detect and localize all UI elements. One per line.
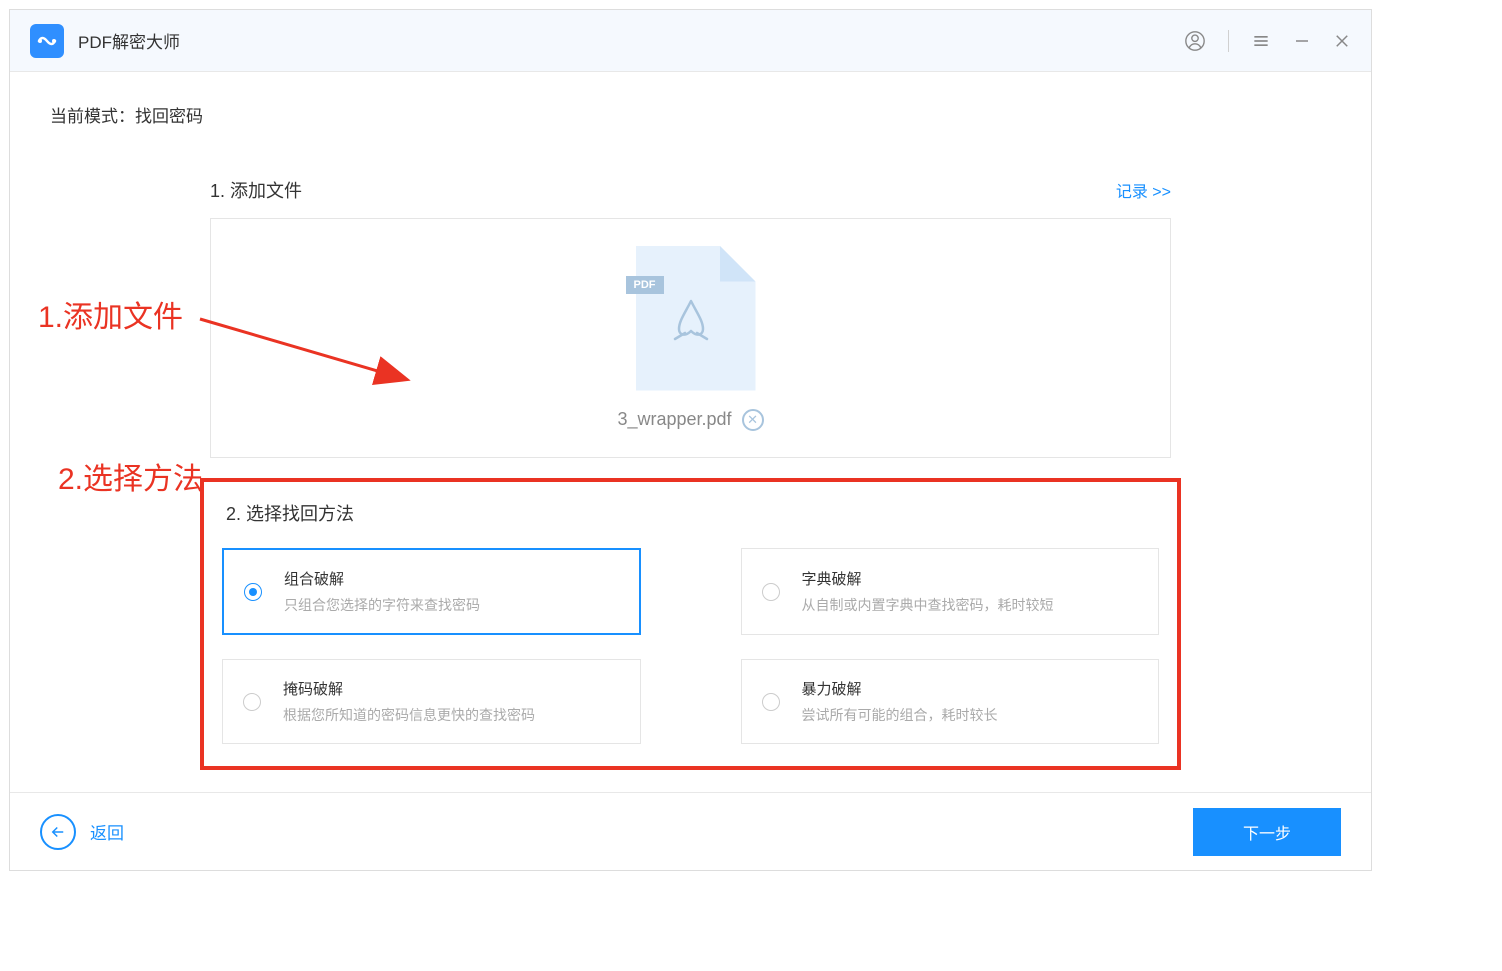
remove-file-button[interactable]: ✕ xyxy=(742,409,764,431)
annotation-2: 2.选择方法 xyxy=(58,454,203,498)
content-area: 当前模式：找回密码 1. 添加文件 记录 >> PDF 3_wrapper.pd… xyxy=(10,72,1371,792)
next-button[interactable]: 下一步 xyxy=(1193,808,1341,856)
user-icon[interactable] xyxy=(1184,30,1206,52)
mode-label: 当前模式：找回密码 xyxy=(50,102,1331,127)
back-label: 返回 xyxy=(90,819,124,844)
file-name-row: 3_wrapper.pdf ✕ xyxy=(617,409,763,431)
pdf-icon: PDF xyxy=(626,246,756,391)
app-window: PDF解密大师 当前模式：找回密码 1. 添加文件 记录 >> xyxy=(9,9,1372,871)
divider xyxy=(1228,30,1229,52)
method-name: 掩码破解 xyxy=(283,678,535,699)
method-section: 2. 选择找回方法 组合破解 只组合您选择的字符来查找密码 字典破解 从自制或内… xyxy=(200,478,1181,770)
file-name: 3_wrapper.pdf xyxy=(617,409,731,430)
method-desc: 从自制或内置字典中查找密码，耗时较短 xyxy=(802,595,1054,615)
pdf-symbol-icon xyxy=(665,293,717,357)
close-icon[interactable] xyxy=(1333,32,1351,50)
app-title: PDF解密大师 xyxy=(78,28,180,53)
minimize-icon[interactable] xyxy=(1293,32,1311,50)
annotation-1: 1.添加文件 xyxy=(38,292,183,336)
method-mask[interactable]: 掩码破解 根据您所知道的密码信息更快的查找密码 xyxy=(222,659,641,744)
radio-icon xyxy=(762,583,780,601)
section2-title: 2. 选择找回方法 xyxy=(226,500,1159,526)
records-link[interactable]: 记录 >> xyxy=(1116,178,1171,202)
method-desc: 根据您所知道的密码信息更快的查找密码 xyxy=(283,705,535,725)
method-name: 暴力破解 xyxy=(802,678,998,699)
pdf-badge: PDF xyxy=(626,276,664,294)
titlebar-controls xyxy=(1184,30,1351,52)
methods-grid: 组合破解 只组合您选择的字符来查找密码 字典破解 从自制或内置字典中查找密码，耗… xyxy=(222,548,1159,744)
method-name: 字典破解 xyxy=(802,568,1054,589)
radio-icon xyxy=(762,693,780,711)
method-brute-force[interactable]: 暴力破解 尝试所有可能的组合，耗时较长 xyxy=(741,659,1160,744)
method-desc: 只组合您选择的字符来查找密码 xyxy=(284,595,480,615)
method-desc: 尝试所有可能的组合，耗时较长 xyxy=(802,705,998,725)
menu-icon[interactable] xyxy=(1251,31,1271,51)
radio-icon xyxy=(244,583,262,601)
method-combination[interactable]: 组合破解 只组合您选择的字符来查找密码 xyxy=(222,548,641,635)
method-dictionary[interactable]: 字典破解 从自制或内置字典中查找密码，耗时较短 xyxy=(741,548,1160,635)
titlebar: PDF解密大师 xyxy=(10,10,1371,72)
annotation-arrow-icon xyxy=(195,309,425,399)
radio-icon xyxy=(243,693,261,711)
section1-header: 1. 添加文件 记录 >> xyxy=(210,177,1171,203)
footer: 返回 下一步 xyxy=(10,792,1371,870)
back-button[interactable]: 返回 xyxy=(40,814,124,850)
arrow-left-icon xyxy=(40,814,76,850)
app-logo xyxy=(30,24,64,58)
section1-title: 1. 添加文件 xyxy=(210,177,302,203)
method-name: 组合破解 xyxy=(284,568,480,589)
